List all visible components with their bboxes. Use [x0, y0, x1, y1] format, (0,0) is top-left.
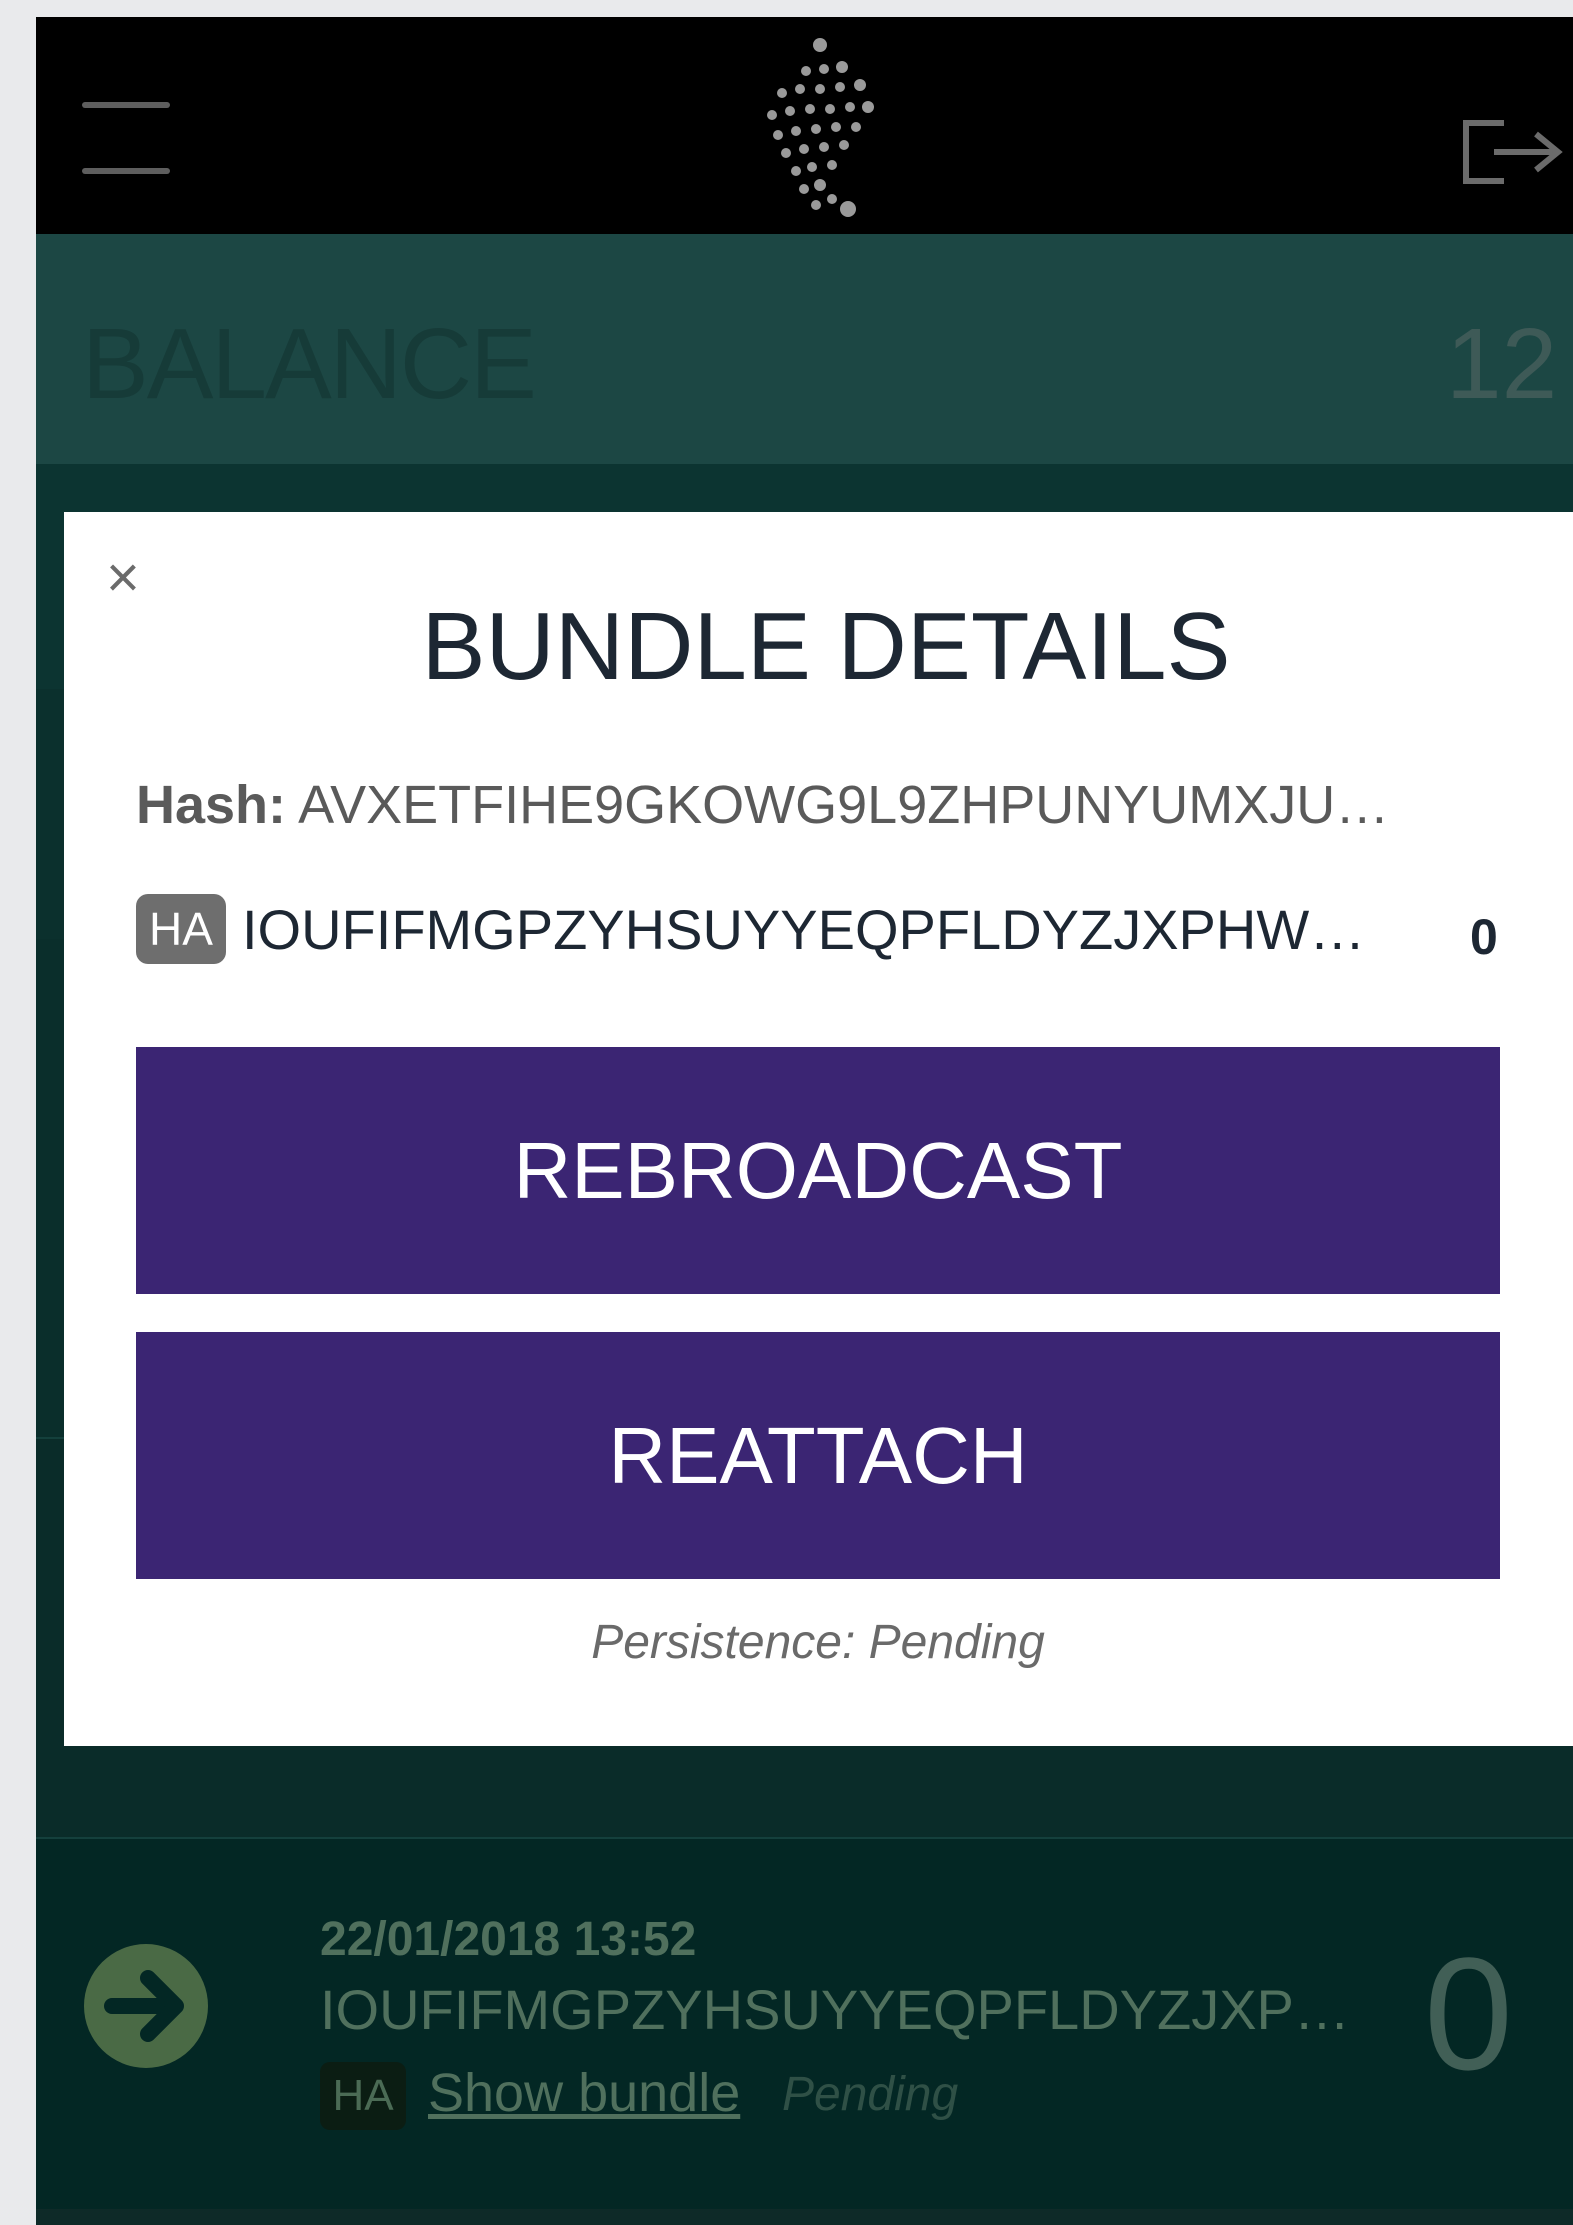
transaction-address: IOUFIFMGPZYHSUYYEQPFLDYZJXP…: [320, 1978, 1350, 2041]
transaction-badge: HA: [320, 2062, 406, 2130]
address-text: IOUFIFMGPZYHSUYYEQPFLDYZJXPHW…: [242, 897, 1366, 961]
transaction-value: 0: [1424, 1924, 1513, 2103]
top-header: [36, 17, 1573, 234]
balance-label: BALANCE: [82, 308, 537, 420]
logout-icon[interactable]: [1460, 117, 1570, 187]
arrow-right-circle-icon: [84, 1944, 208, 2068]
hash-label: Hash:: [136, 775, 287, 835]
modal-title: BUNDLE DETAILS: [421, 593, 1231, 700]
address-line: HA IOUFIFMGPZYHSUYYEQPFLDYZJXPHW…: [136, 894, 1365, 964]
transaction-status: Pending: [782, 2068, 959, 2121]
address-badge: HA: [136, 894, 226, 964]
hash-line: Hash: AVXETFIHE9GKOWG9L9ZHPUNYUMXJU…: [136, 774, 1389, 836]
balance-bar: BALANCE 12: [36, 234, 1573, 464]
hash-value: AVXETFIHE9GKOWG9L9ZHPUNYUMXJU…: [298, 775, 1390, 835]
balance-value: 12: [1446, 308, 1558, 420]
iota-logo-icon: [767, 38, 874, 217]
bundle-details-modal: × BUNDLE DETAILS Hash: AVXETFIHE9GKOWG9L…: [64, 512, 1573, 1746]
show-bundle-link[interactable]: Show bundle: [428, 2062, 740, 2124]
transaction-date: 22/01/2018 13:52: [320, 1913, 697, 1966]
address-value: 0: [1470, 909, 1498, 965]
persistence-status: Persistence: Pending: [591, 1616, 1045, 1669]
reattach-button[interactable]: REATTACH: [136, 1332, 1500, 1579]
hamburger-menu-icon[interactable]: [82, 102, 170, 174]
rebroadcast-button[interactable]: REBROADCAST: [136, 1047, 1500, 1294]
